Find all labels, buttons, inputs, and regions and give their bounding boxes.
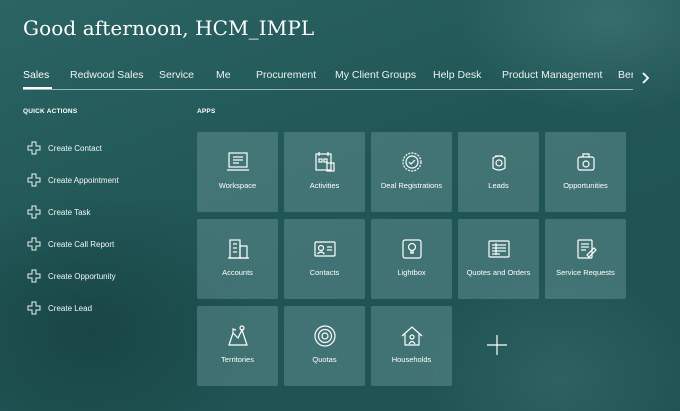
- plus-outline-icon: [27, 237, 41, 251]
- app-tile-contacts[interactable]: Contacts: [284, 219, 365, 299]
- tile-label: Lightbox: [397, 268, 426, 277]
- app-tile-opportunities[interactable]: Opportunities: [545, 132, 626, 212]
- app-tile-quotes-and-orders[interactable]: Quotes and Orders: [458, 219, 539, 299]
- create-appointment-action[interactable]: Create Appointment: [27, 172, 119, 188]
- tab-help-desk[interactable]: Help Desk: [433, 68, 481, 82]
- households-icon: [401, 326, 422, 346]
- quick-action-label: Create Contact: [48, 143, 102, 153]
- app-tile-accounts[interactable]: Accounts: [197, 219, 278, 299]
- contacts-icon: [313, 241, 336, 257]
- deal-registrations-icon: [401, 152, 422, 172]
- tile-label: Quotas: [312, 355, 337, 364]
- tab-product-management[interactable]: Product Management: [502, 68, 602, 82]
- tab-service[interactable]: Service: [159, 68, 194, 82]
- tab-my-client-groups[interactable]: My Client Groups: [335, 68, 416, 82]
- quick-action-label: Create Lead: [48, 303, 93, 313]
- quick-actions-title: QUICK ACTIONS: [23, 108, 78, 115]
- tile-label: Leads: [488, 181, 509, 190]
- apps-title: APPS: [197, 108, 216, 115]
- quick-action-label: Create Opportunity: [48, 271, 116, 281]
- create-opportunity-action[interactable]: Create Opportunity: [27, 268, 116, 284]
- app-tile-households[interactable]: Households: [371, 306, 452, 386]
- tile-label: Contacts: [309, 268, 340, 277]
- plus-outline-icon: [27, 301, 41, 315]
- tile-label: Territories: [221, 355, 254, 364]
- territories-icon: [227, 325, 248, 346]
- app-tile-deal-registrations[interactable]: Deal Registrations: [371, 132, 452, 212]
- accounts-icon: [227, 239, 249, 259]
- plus-outline-icon: [27, 269, 41, 283]
- create-contact-action[interactable]: Create Contact: [27, 140, 102, 156]
- navigation-tabs: Sales Redwood Sales Service Me Procureme…: [23, 68, 633, 90]
- tile-label: Opportunities: [563, 181, 608, 190]
- create-lead-action[interactable]: Create Lead: [27, 300, 92, 316]
- tile-label: Workspace: [218, 181, 257, 190]
- app-tile-lightbox[interactable]: Lightbox: [371, 219, 452, 299]
- workspace-icon: [226, 152, 249, 171]
- tile-label: Quotes and Orders: [466, 268, 531, 277]
- app-tile-activities[interactable]: Activities: [284, 132, 365, 212]
- app-tile-workspace[interactable]: Workspace: [197, 132, 278, 212]
- tile-label: Activities: [309, 181, 340, 190]
- tab-redwood-sales[interactable]: Redwood Sales: [70, 68, 144, 82]
- quick-action-label: Create Call Report: [48, 239, 115, 249]
- create-task-action[interactable]: Create Task: [27, 204, 91, 220]
- tile-label: Households: [391, 355, 432, 364]
- activities-icon: [314, 152, 335, 172]
- app-tile-service-requests[interactable]: Service Requests: [545, 219, 626, 299]
- lightbox-icon: [401, 239, 422, 259]
- leads-icon: [491, 155, 506, 171]
- tab-me[interactable]: Me: [216, 68, 231, 82]
- tab-sales[interactable]: Sales: [23, 68, 53, 89]
- tile-label: Service Requests: [556, 268, 615, 277]
- plus-outline-icon: [27, 205, 41, 219]
- app-tile-leads[interactable]: Leads: [458, 132, 539, 212]
- quick-action-label: Create Task: [48, 207, 91, 217]
- plus-icon[interactable]: [486, 334, 508, 356]
- app-tile-quotas[interactable]: Quotas: [284, 306, 365, 386]
- create-call-report-action[interactable]: Create Call Report: [27, 236, 114, 252]
- tile-label: Deal Registrations: [380, 181, 443, 190]
- quick-action-label: Create Appointment: [48, 175, 119, 185]
- opportunities-icon: [576, 153, 595, 171]
- plus-outline-icon: [27, 141, 41, 155]
- tab-procurement[interactable]: Procurement: [256, 68, 316, 82]
- quotes-orders-icon: [487, 240, 510, 258]
- plus-outline-icon: [27, 173, 41, 187]
- chevron-right-icon[interactable]: [638, 70, 652, 86]
- quotas-icon: [313, 325, 336, 347]
- tile-label: Accounts: [222, 268, 253, 277]
- page-title: Good afternoon, HCM_IMPL: [23, 16, 315, 40]
- service-requests-icon: [576, 239, 597, 259]
- app-tile-territories[interactable]: Territories: [197, 306, 278, 386]
- tab-ber[interactable]: Ber: [618, 68, 633, 82]
